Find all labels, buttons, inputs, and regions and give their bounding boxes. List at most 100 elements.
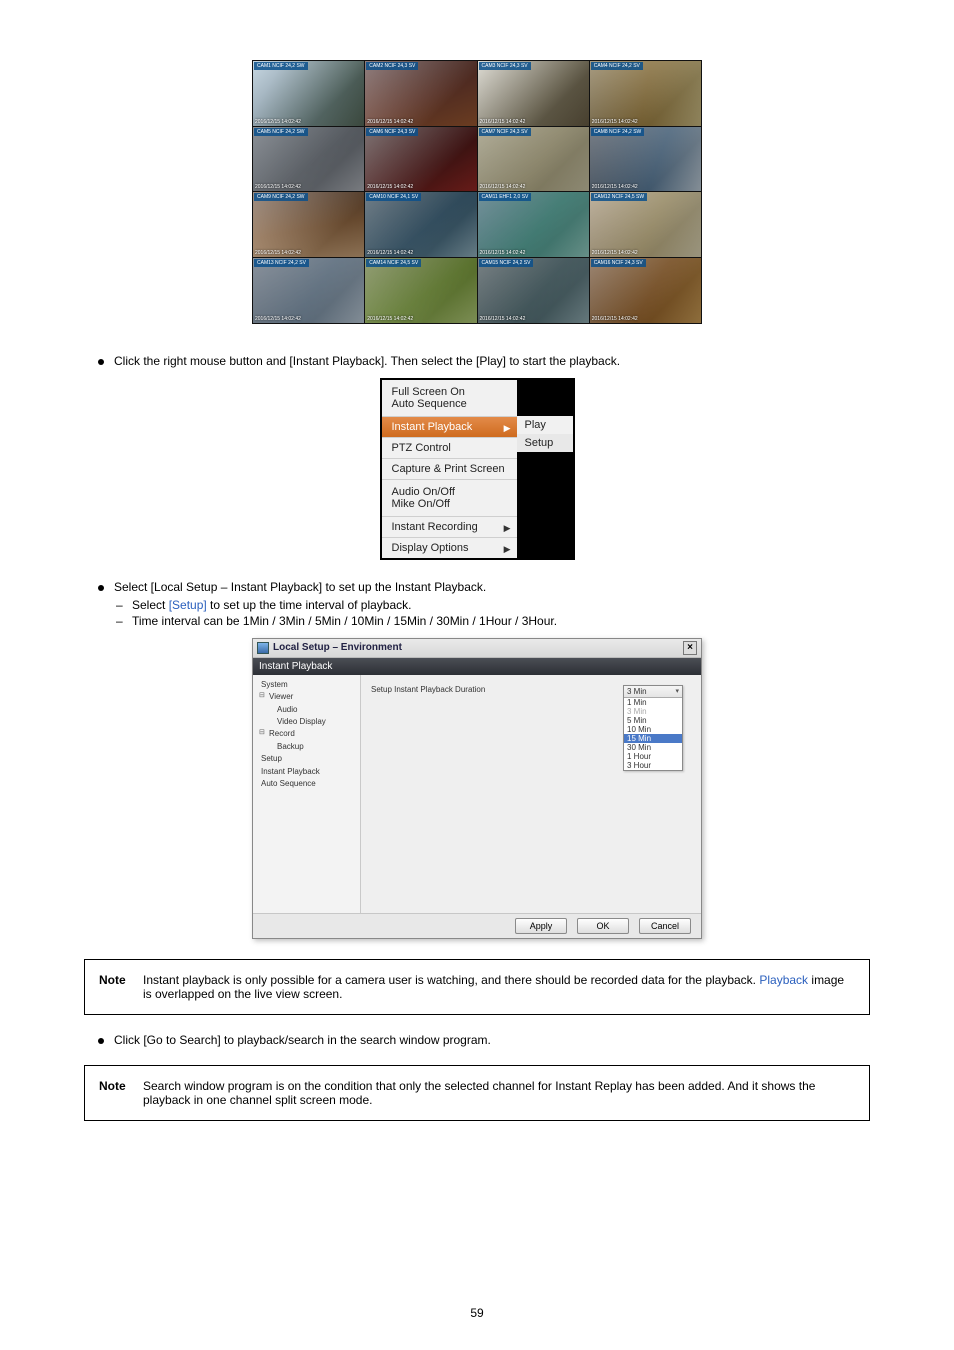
- chevron-right-icon: ▶: [504, 423, 511, 434]
- bullet-context-menu: Click the right mouse button and [Instan…: [98, 354, 864, 368]
- dropdown-option[interactable]: 15 Min: [624, 734, 682, 743]
- dropdown-option[interactable]: 3 Min: [624, 707, 682, 716]
- chevron-right-icon: ▶: [504, 544, 511, 555]
- tree-audio[interactable]: Audio: [257, 704, 356, 716]
- menu-label: Instant Recording: [392, 521, 478, 533]
- menu-item-auto-sequence[interactable]: Auto Sequence: [392, 398, 507, 410]
- close-button[interactable]: ×: [683, 641, 697, 655]
- camera-label: CAM16 NCIF 24,3 SV: [591, 259, 646, 267]
- menu-item-ptz[interactable]: PTZ Control: [382, 438, 517, 459]
- cancel-button[interactable]: Cancel: [639, 918, 691, 934]
- camera-label: CAM13 NCIF 24,2 SV: [254, 259, 309, 267]
- camera-label: CAM14 NCIF 24,5 SV: [366, 259, 421, 267]
- dropdown-option[interactable]: 3 Hour: [624, 761, 682, 770]
- dropdown-option[interactable]: 30 Min: [624, 743, 682, 752]
- dash-icon: –: [116, 614, 124, 628]
- apply-button[interactable]: Apply: [515, 918, 567, 934]
- tree-backup[interactable]: Backup: [257, 741, 356, 753]
- tree-viewer[interactable]: Viewer: [257, 691, 356, 703]
- camera-tile: CAM13 NCIF 24,2 SV2016/12/15 14:02:42: [253, 258, 364, 323]
- context-menu-figure: Full Screen On Auto Sequence Instant Pla…: [380, 378, 575, 560]
- page-number: 59: [470, 1306, 483, 1320]
- bullet-text: Select [Local Setup – Instant Playback] …: [114, 580, 486, 594]
- playback-link[interactable]: Playback: [759, 973, 808, 987]
- context-submenu: Play Setup: [517, 416, 573, 452]
- menu-item-capture-print[interactable]: Capture & Print Screen: [382, 459, 517, 480]
- camera-timestamp: 2016/12/15 14:02:42: [592, 316, 638, 322]
- menu-label: Display Options: [392, 542, 469, 554]
- camera-tile: CAM3 NCIF 24,3 SV2016/12/15 14:02:42: [478, 61, 589, 126]
- menu-item-instant-playback[interactable]: Instant Playback ▶: [382, 417, 517, 438]
- camera-tile: CAM8 NCIF 24,2 SW2016/12/15 14:02:42: [590, 127, 701, 192]
- camera-label: CAM9 NCIF 24,2 SW: [254, 193, 308, 201]
- dash-line: – Time interval can be 1Min / 3Min / 5Mi…: [116, 614, 864, 628]
- tree-instant-playback[interactable]: Instant Playback: [257, 766, 356, 778]
- note-text: Instant playback is only possible for a …: [143, 973, 855, 1001]
- camera-timestamp: 2016/12/15 14:02:42: [367, 316, 413, 322]
- bullet-text: Click [Go to Search] to playback/search …: [114, 1033, 491, 1047]
- bullet-dot-icon: [98, 1038, 104, 1044]
- dialog-button-bar: Apply OK Cancel: [253, 913, 701, 938]
- camera-timestamp: 2016/12/15 14:02:42: [367, 250, 413, 256]
- tree-system[interactable]: System: [257, 679, 356, 691]
- camera-tile: CAM2 NCIF 24,3 SV2016/12/15 14:02:42: [365, 61, 476, 126]
- note-tag: Note: [99, 1079, 143, 1107]
- tree-video-display[interactable]: Video Display: [257, 716, 356, 728]
- camera-label: CAM15 NCIF 24,2 SV: [479, 259, 534, 267]
- dropdown-option[interactable]: 1 Min: [624, 698, 682, 707]
- camera-tile: CAM4 NCIF 24,2 SV 2016/12/15 14:02:42: [590, 61, 701, 126]
- camera-timestamp: 2016/12/15 14:02:42: [480, 316, 526, 322]
- menu-item-instant-record[interactable]: Instant Recording ▶: [382, 517, 517, 538]
- submenu-item-play[interactable]: Play: [517, 416, 573, 434]
- note-tag: Note: [99, 973, 143, 1001]
- camera-label: CAM5 NCIF 24,2 SW: [254, 128, 308, 136]
- camera-timestamp: 2016/12/15 14:02:42: [592, 119, 638, 125]
- chevron-down-icon: ▾: [675, 687, 679, 696]
- camera-grid: CAM1 NCIF 24,2 SW2016/12/15 14:02:42 CAM…: [252, 60, 702, 324]
- camera-label: CAM12 NCIF 24,5 SW: [591, 193, 647, 201]
- dropdown-option[interactable]: 5 Min: [624, 716, 682, 725]
- camera-timestamp: 2016/12/15 14:02:42: [255, 184, 301, 190]
- app-icon: [257, 642, 269, 654]
- camera-timestamp: 2016/12/15 14:02:42: [255, 119, 301, 125]
- camera-label: CAM7 NCIF 24,3 SV: [479, 128, 531, 136]
- menu-item-display-options[interactable]: Display Options ▶: [382, 538, 517, 558]
- menu-item-audio[interactable]: Audio On/Off: [392, 486, 507, 498]
- camera-tile: CAM10 NCIF 24,1 SV 2016/12/15 14:02:42: [365, 192, 476, 257]
- dash-line: – Select [Setup] to set up the time inte…: [116, 598, 864, 612]
- setup-link[interactable]: [Setup]: [169, 598, 207, 612]
- camera-label: CAM6 NCIF 24,3 SV: [366, 128, 418, 136]
- camera-tile: CAM7 NCIF 24,3 SV2016/12/15 14:02:42: [478, 127, 589, 192]
- camera-tile: CAM11 EHF1 2,0 SV2016/12/15 14:02:42: [478, 192, 589, 257]
- bullet-dot-icon: [98, 359, 104, 365]
- dash-text: Time interval can be 1Min / 3Min / 5Min …: [132, 614, 557, 628]
- camera-tile: CAM6 NCIF 24,3 SV2016/12/15 14:02:42: [365, 127, 476, 192]
- dropdown-option[interactable]: 1 Hour: [624, 752, 682, 761]
- note-box: Note Search window program is on the con…: [84, 1065, 870, 1121]
- dialog-title: Local Setup – Environment: [273, 642, 402, 653]
- bullet-text: Click the right mouse button and [Instan…: [114, 354, 620, 368]
- camera-tile: CAM5 NCIF 24,2 SW 2016/12/15 14:02:42: [253, 127, 364, 192]
- camera-label: CAM4 NCIF 24,2 SV: [591, 62, 643, 70]
- bullet-dot-icon: [98, 585, 104, 591]
- bullet-go-search: Click [Go to Search] to playback/search …: [98, 1033, 864, 1047]
- duration-dropdown[interactable]: 3 Min ▾ 1 Min 3 Min 5 Min 10 Min 15 Min …: [623, 685, 683, 771]
- tree-setup[interactable]: Setup: [257, 753, 356, 765]
- menu-item-fullscreen[interactable]: Full Screen On: [392, 386, 507, 398]
- menu-label: Instant Playback: [392, 421, 473, 433]
- camera-label: CAM10 NCIF 24,1 SV: [366, 193, 421, 201]
- camera-tile: CAM15 NCIF 24,2 SV 2016/12/15 14:02:42: [478, 258, 589, 323]
- tree-record[interactable]: Record: [257, 728, 356, 740]
- ok-button[interactable]: OK: [577, 918, 629, 934]
- dropdown-option[interactable]: 10 Min: [624, 725, 682, 734]
- context-menu: Full Screen On Auto Sequence Instant Pla…: [382, 380, 517, 558]
- camera-timestamp: 2016/12/15 14:02:42: [592, 250, 638, 256]
- camera-tile: CAM1 NCIF 24,2 SW2016/12/15 14:02:42: [253, 61, 364, 126]
- menu-item-mike[interactable]: Mike On/Off: [392, 498, 507, 510]
- camera-label: CAM2 NCIF 24,3 SV: [366, 62, 418, 70]
- camera-timestamp: 2016/12/15 14:02:42: [592, 184, 638, 190]
- submenu-item-setup[interactable]: Setup: [517, 434, 573, 452]
- camera-timestamp: 2016/12/15 14:02:42: [480, 119, 526, 125]
- local-setup-dialog: Local Setup – Environment × Instant Play…: [252, 638, 702, 939]
- tree-auto-sequence[interactable]: Auto Sequence: [257, 778, 356, 790]
